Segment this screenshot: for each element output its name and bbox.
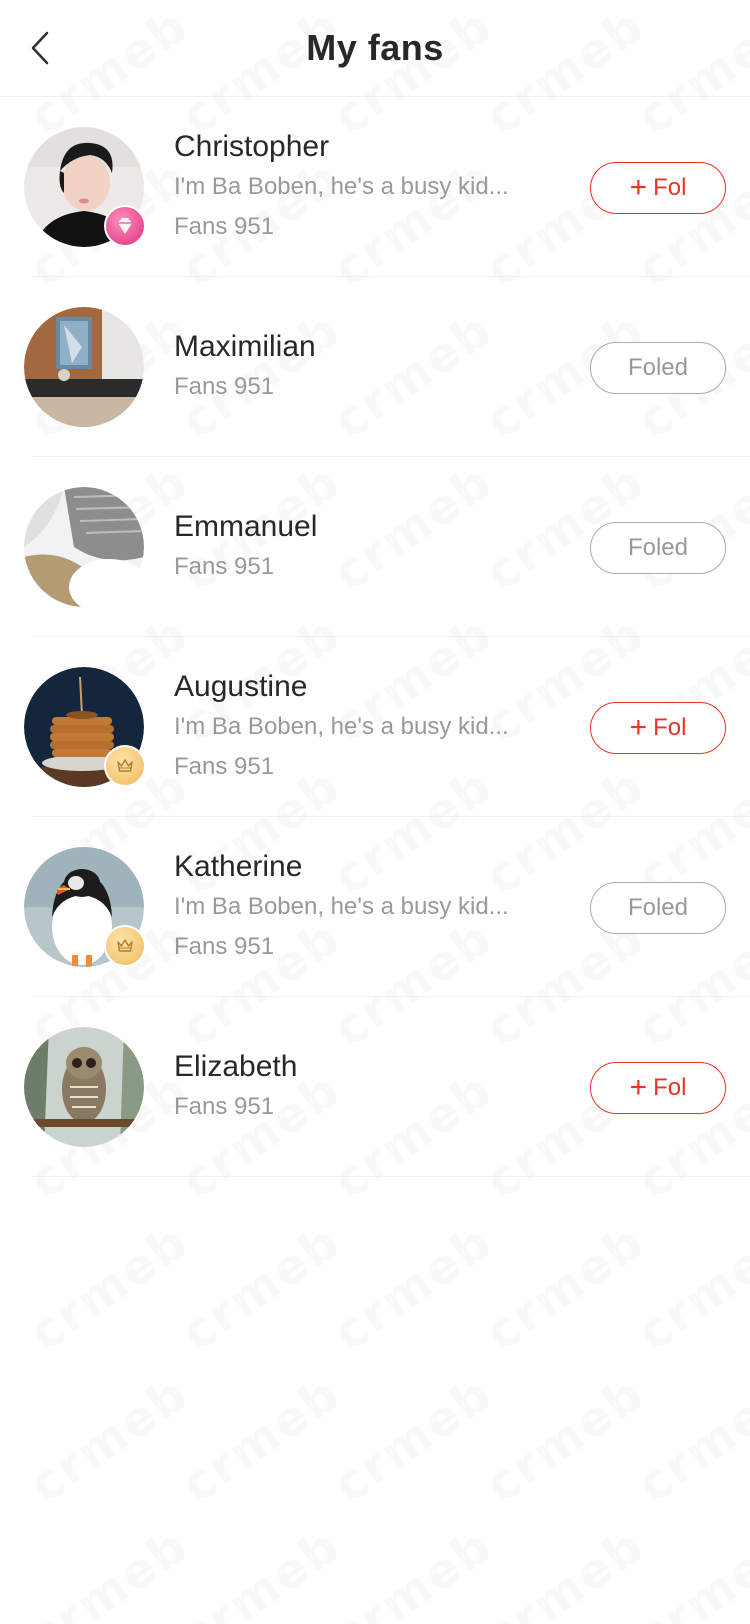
plus-icon: + [629,1071,648,1104]
watermark-text: crmeb [172,1517,351,1624]
fan-bio: I'm Ba Boben, he's a busy kid... [174,893,509,920]
watermark-text: crmeb [20,1365,199,1514]
watermark-text: crmeb [324,1213,503,1362]
fan-info: Katherine I'm Ba Boben, he's a busy kid.… [174,817,520,997]
avatar-wrap[interactable] [24,1027,144,1147]
fan-count: Fans 951 [174,1093,275,1120]
follow-button-label: Fol [653,1074,687,1101]
follow-button[interactable]: + Fol [590,162,726,214]
watermark-text: crmeb [628,1365,750,1514]
fan-item[interactable]: Katherine I'm Ba Boben, he's a busy kid.… [0,817,750,997]
avatar[interactable] [24,1027,144,1147]
crown-icon [117,759,133,772]
watermark-text: crmeb [628,1213,750,1362]
fan-count: Fans 951 [174,553,275,580]
followed-button[interactable]: Foled [590,522,726,574]
watermark-text: crmeb [172,1213,351,1362]
back-button[interactable] [20,24,60,72]
followed-button[interactable]: Foled [590,882,726,934]
fan-name: Elizabeth [174,1050,298,1083]
watermark-text: crmeb [20,1213,199,1362]
watermark-text: crmeb [20,1517,199,1624]
avatar-wrap[interactable] [24,667,146,787]
fan-item[interactable]: Christopher I'm Ba Boben, he's a busy ki… [0,97,750,277]
followed-button[interactable]: Foled [590,342,726,394]
fan-name: Christopher [174,130,330,163]
avatar[interactable] [24,487,144,607]
watermark-text: crmeb [476,1517,655,1624]
avatar-wrap[interactable] [24,307,144,427]
crown-badge [104,745,146,787]
avatar-wrap[interactable] [24,127,146,247]
fan-info: Maximilian Fans 951 [174,277,520,457]
fan-name: Augustine [174,670,308,703]
fan-name: Maximilian [174,330,316,363]
plus-icon: + [629,711,648,744]
watermark-text: crmeb [324,1517,503,1624]
follow-button-label: Foled [627,354,689,381]
fan-name: Katherine [174,850,303,883]
app-screen: crmebcrmebcrmebcrmebcrmebcrmebcrmebcrmeb… [0,0,750,1624]
follow-button[interactable]: + Fol [590,702,726,754]
page-title: My fans [306,27,444,68]
avatar[interactable] [24,307,144,427]
watermark-text: crmeb [476,1365,655,1514]
avatar-wrap[interactable] [24,487,144,607]
follow-button-label: Foled [627,534,689,561]
fan-count: Fans 951 [174,753,275,780]
fan-name: Emmanuel [174,510,318,543]
fan-info: Elizabeth Fans 951 [174,997,520,1177]
fan-count: Fans 951 [174,213,275,240]
avatar-wrap[interactable] [24,847,146,967]
fan-info: Christopher I'm Ba Boben, he's a busy ki… [174,97,520,277]
fan-count: Fans 951 [174,933,275,960]
follow-button-label: Foled [627,894,689,921]
follow-button[interactable]: + Fol [590,1062,726,1114]
watermark-text: crmeb [324,1365,503,1514]
fan-count: Fans 951 [174,373,275,400]
fan-item[interactable]: Augustine I'm Ba Boben, he's a busy kid.… [0,637,750,817]
header: My fans [0,0,750,97]
crown-badge [104,925,146,967]
fans-list: Christopher I'm Ba Boben, he's a busy ki… [0,97,750,1177]
follow-button-label: Fol [653,714,687,741]
fan-info: Augustine I'm Ba Boben, he's a busy kid.… [174,637,520,817]
follow-button-label: Fol [653,174,687,201]
fan-bio: I'm Ba Boben, he's a busy kid... [174,173,509,200]
chevron-left-icon [31,31,49,65]
fan-item[interactable]: Maximilian Fans 951 Foled [0,277,750,457]
watermark-text: crmeb [628,1517,750,1624]
fan-bio: I'm Ba Boben, he's a busy kid... [174,713,509,740]
fan-item[interactable]: Emmanuel Fans 951 Foled [0,457,750,637]
diamond-icon [118,218,132,234]
plus-icon: + [629,171,648,204]
fan-item[interactable]: Elizabeth Fans 951 + Fol [0,997,750,1177]
watermark-text: crmeb [476,1213,655,1362]
watermark-text: crmeb [172,1365,351,1514]
crown-icon [117,939,133,952]
fan-info: Emmanuel Fans 951 [174,457,520,637]
vip-badge [104,205,146,247]
